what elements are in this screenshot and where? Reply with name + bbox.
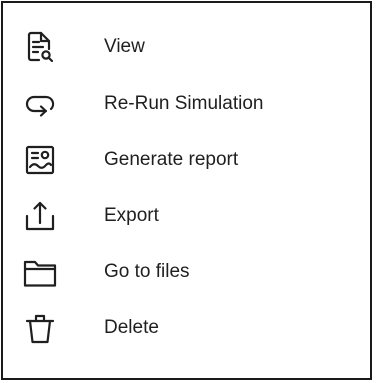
menu-item-view[interactable]: View — [3, 21, 370, 73]
menu-item-go-to-files-label: Go to files — [104, 261, 190, 282]
report-image-icon — [22, 142, 58, 178]
menu-item-rerun-simulation-label: Re-Run Simulation — [104, 93, 264, 114]
menu-item-delete-label: Delete — [104, 317, 159, 338]
menu-item-export[interactable]: Export — [3, 190, 370, 242]
menu-item-view-label: View — [104, 36, 145, 57]
menu-item-delete[interactable]: Delete — [3, 302, 370, 354]
folder-icon — [22, 254, 58, 290]
menu-item-generate-report[interactable]: Generate report — [3, 134, 370, 186]
export-upload-icon — [22, 198, 58, 234]
menu-item-generate-report-label: Generate report — [104, 149, 239, 170]
trash-icon — [22, 310, 58, 346]
loop-arrow-icon — [22, 86, 58, 122]
context-menu: View Re-Run Simulation Generate report E… — [1, 1, 372, 380]
document-search-icon — [22, 29, 58, 65]
menu-item-export-label: Export — [104, 205, 159, 226]
menu-item-go-to-files[interactable]: Go to files — [3, 246, 370, 298]
menu-item-rerun-simulation[interactable]: Re-Run Simulation — [3, 78, 370, 130]
